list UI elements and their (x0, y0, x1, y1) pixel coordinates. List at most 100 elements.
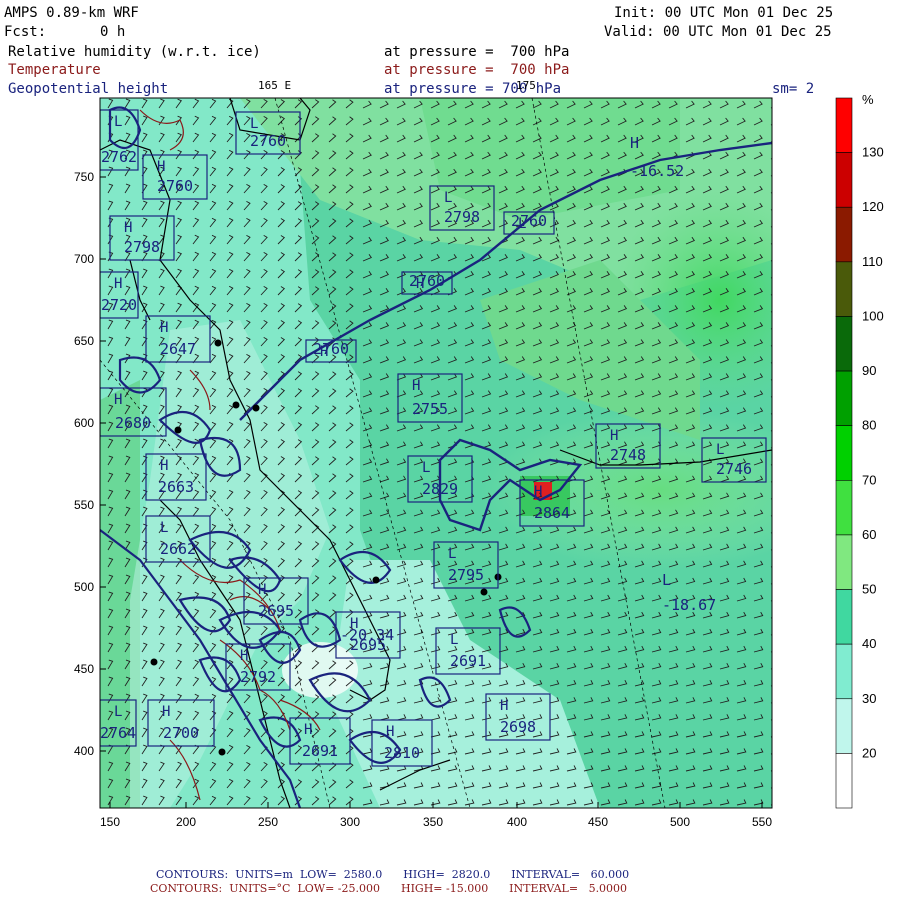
colorbar-swatch (835, 589, 853, 645)
colorbar-swatch (835, 152, 853, 208)
contour-label-text: 2760 (157, 177, 193, 195)
colorbar-label: 40 (862, 636, 876, 651)
extremum-marker: L (114, 704, 122, 720)
extremum-marker: H (240, 648, 248, 664)
y-tick-label: 450 (74, 662, 94, 676)
colorbar-label: 110 (862, 254, 883, 269)
colorbar-swatch (835, 643, 853, 700)
contour-label-text: 2864 (534, 504, 570, 522)
extremum-label: -20.34 (340, 626, 394, 644)
x-tick-label: 200 (176, 815, 196, 829)
x-tick-label: 500 (670, 815, 690, 829)
contour-label-text: 2662 (160, 540, 196, 558)
contour-label-text: 2760 (313, 340, 349, 358)
contour-label-text: 2798 (444, 208, 480, 226)
colorbar-swatch (835, 425, 853, 481)
extremum-marker: H (157, 159, 165, 175)
colorbar-swatch (835, 698, 853, 754)
contour-label-text: 2720 (101, 296, 137, 314)
contour-label-text: 2700 (163, 724, 199, 742)
colorbar-swatch (835, 97, 853, 153)
colorbar-swatch (835, 753, 853, 809)
extremum-marker: L (160, 520, 168, 536)
colorbar-swatch (835, 261, 853, 317)
extremum-marker: H (500, 698, 508, 714)
extremum-marker: H (258, 582, 266, 598)
extremum-marker: H (124, 220, 132, 236)
x-tick-label: 150 (100, 815, 120, 829)
x-tick-label: 450 (588, 815, 608, 829)
contour-label-text: 2810 (384, 744, 420, 762)
contour-label-text: 2829 (422, 480, 458, 498)
colorbar-label: 60 (862, 527, 876, 542)
contour-label-text: 2746 (716, 460, 752, 478)
extremum-marker: L (716, 442, 724, 458)
contour-label-text: 2691 (450, 652, 486, 670)
extremum-marker: H (114, 392, 122, 408)
contour-label-text: 2762 (101, 148, 137, 166)
contour-label-text: 2695 (258, 602, 294, 620)
extremum-marker: L (448, 546, 456, 562)
colorbar-swatch (835, 316, 853, 372)
colorbar-label: 70 (862, 472, 876, 487)
colorbar-label: 30 (862, 691, 876, 706)
weather-map: 2760L2760H2760H2760L2760H2798H2798L2755H… (74, 92, 884, 829)
y-tick-label: 500 (74, 580, 94, 594)
colorbar-label: 50 (862, 582, 876, 597)
contour-label-text: 2760 (409, 272, 445, 290)
contour-label-text: 2795 (448, 566, 484, 584)
extremum-marker: H (114, 276, 122, 292)
contour-label-text: 2748 (610, 446, 646, 464)
rh-shading: 2760L2760H2760H2760L2760H2798H2798L2755H… (100, 98, 772, 808)
colorbar-label: 130 (862, 145, 884, 160)
colorbar-swatch (835, 370, 853, 426)
colorbar: % 130 120 110 100 90 80 70 60 50 40 30 20 (835, 92, 884, 809)
y-tick-label: 600 (74, 416, 94, 430)
extremum-marker: L (444, 190, 452, 206)
extremum-marker: L (518, 216, 526, 232)
extremum-marker: H (160, 320, 168, 336)
colorbar-label: 80 (862, 418, 876, 433)
extremum-marker: L (114, 114, 122, 130)
colorbar-swatch (835, 480, 853, 536)
colorbar-swatch (835, 534, 853, 590)
contour-label-text: 2760 (511, 212, 547, 230)
extremum-label: -16.52 (630, 162, 684, 180)
extremum-marker: H (304, 722, 312, 738)
x-tick-label: 550 (752, 815, 772, 829)
extremum-marker: L (250, 116, 258, 132)
extremum-marker: H (412, 378, 420, 394)
contour-label-text: 2792 (240, 668, 276, 686)
x-tick-label: 400 (507, 815, 527, 829)
colorbar-label: 100 (862, 308, 884, 323)
x-tick-label: 250 (258, 815, 278, 829)
contour-label-text: 2647 (160, 340, 196, 358)
extremum-label: L (662, 571, 671, 589)
contour-label-text: 2663 (158, 478, 194, 496)
extremum-marker: H (416, 276, 424, 292)
y-tick-label: 700 (74, 252, 94, 266)
contour-label-text: 2755 (412, 400, 448, 418)
extremum-marker: H (162, 704, 170, 720)
extremum-marker: H (160, 458, 168, 474)
extremum-label: H (630, 134, 639, 152)
footer-temperature-contours: CONTOURS: UNITS=°C LOW= -25.000 HIGH= -1… (150, 882, 628, 895)
extremum-marker: H (386, 724, 394, 740)
y-tick-label: 650 (74, 334, 94, 348)
extremum-marker: L (450, 632, 458, 648)
colorbar-swatch (835, 206, 853, 263)
x-tick-label: 350 (423, 815, 443, 829)
extremum-marker: H (320, 344, 328, 360)
contour-label-text: 2760 (250, 132, 286, 150)
extremum-marker: H (534, 484, 542, 500)
contour-label-text: 2798 (124, 238, 160, 256)
colorbar-unit: % (862, 92, 874, 107)
colorbar-label: 20 (862, 745, 876, 760)
colorbar-label: 120 (862, 199, 884, 214)
colorbar-label: 90 (862, 363, 876, 378)
footer-height-contours: CONTOURS: UNITS=m LOW= 2580.0 HIGH= 2820… (156, 868, 630, 881)
y-tick-label: 400 (74, 744, 94, 758)
extremum-marker: L (422, 460, 430, 476)
contour-label-text: 2764 (100, 724, 136, 742)
y-tick-label: 750 (74, 170, 94, 184)
